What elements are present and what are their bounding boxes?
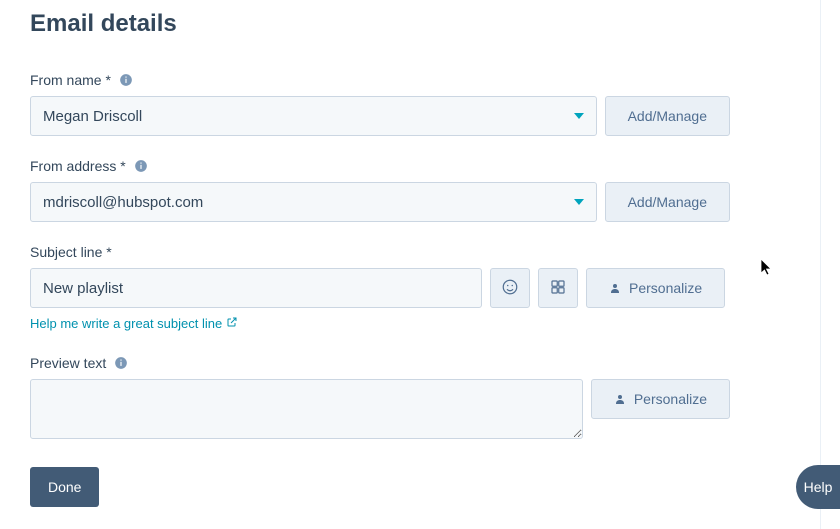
preview-personalize-button[interactable]: Personalize xyxy=(591,379,730,419)
subject-label-row: Subject line * xyxy=(30,244,790,260)
preview-text-input[interactable] xyxy=(30,379,583,439)
from-name-label: From name * xyxy=(30,72,111,88)
person-icon xyxy=(609,282,621,294)
caret-down-icon xyxy=(574,199,584,205)
from-address-value: mdriscoll@hubspot.com xyxy=(43,194,203,211)
right-divider xyxy=(820,0,840,529)
from-name-manage-button[interactable]: Add/Manage xyxy=(605,96,730,136)
from-address-manage-button[interactable]: Add/Manage xyxy=(605,182,730,222)
smart-content-button[interactable] xyxy=(538,268,578,308)
info-icon[interactable] xyxy=(114,356,128,370)
from-name-field: From name * Megan Driscoll Add/Manage xyxy=(30,72,790,136)
from-address-label-row: From address * xyxy=(30,158,790,174)
preview-label-row: Preview text xyxy=(30,355,790,371)
info-icon[interactable] xyxy=(134,159,148,173)
subject-help-link[interactable]: Help me write a great subject line xyxy=(30,316,238,331)
preview-text-field: Preview text Personalize xyxy=(30,355,790,439)
help-button[interactable]: Help xyxy=(796,465,840,509)
info-icon[interactable] xyxy=(119,73,133,87)
smart-icon xyxy=(549,278,567,299)
email-details-panel: Email details From name * Megan Driscoll… xyxy=(0,0,820,529)
subject-input[interactable] xyxy=(30,268,482,308)
page-title: Email details xyxy=(30,10,790,38)
subject-personalize-button[interactable]: Personalize xyxy=(586,268,725,308)
from-address-select[interactable]: mdriscoll@hubspot.com xyxy=(30,182,597,222)
subject-field: Subject line * Personalize Hel xyxy=(30,244,790,333)
smile-icon xyxy=(501,278,519,299)
from-address-field: From address * mdriscoll@hubspot.com Add… xyxy=(30,158,790,222)
external-link-icon xyxy=(222,316,238,331)
emoji-button[interactable] xyxy=(490,268,530,308)
from-name-label-row: From name * xyxy=(30,72,790,88)
from-address-label: From address * xyxy=(30,158,126,174)
from-name-value: Megan Driscoll xyxy=(43,108,142,125)
done-button[interactable]: Done xyxy=(30,467,99,507)
person-icon xyxy=(614,393,626,405)
from-name-select[interactable]: Megan Driscoll xyxy=(30,96,597,136)
caret-down-icon xyxy=(574,113,584,119)
preview-label: Preview text xyxy=(30,355,106,371)
subject-label: Subject line * xyxy=(30,244,112,260)
